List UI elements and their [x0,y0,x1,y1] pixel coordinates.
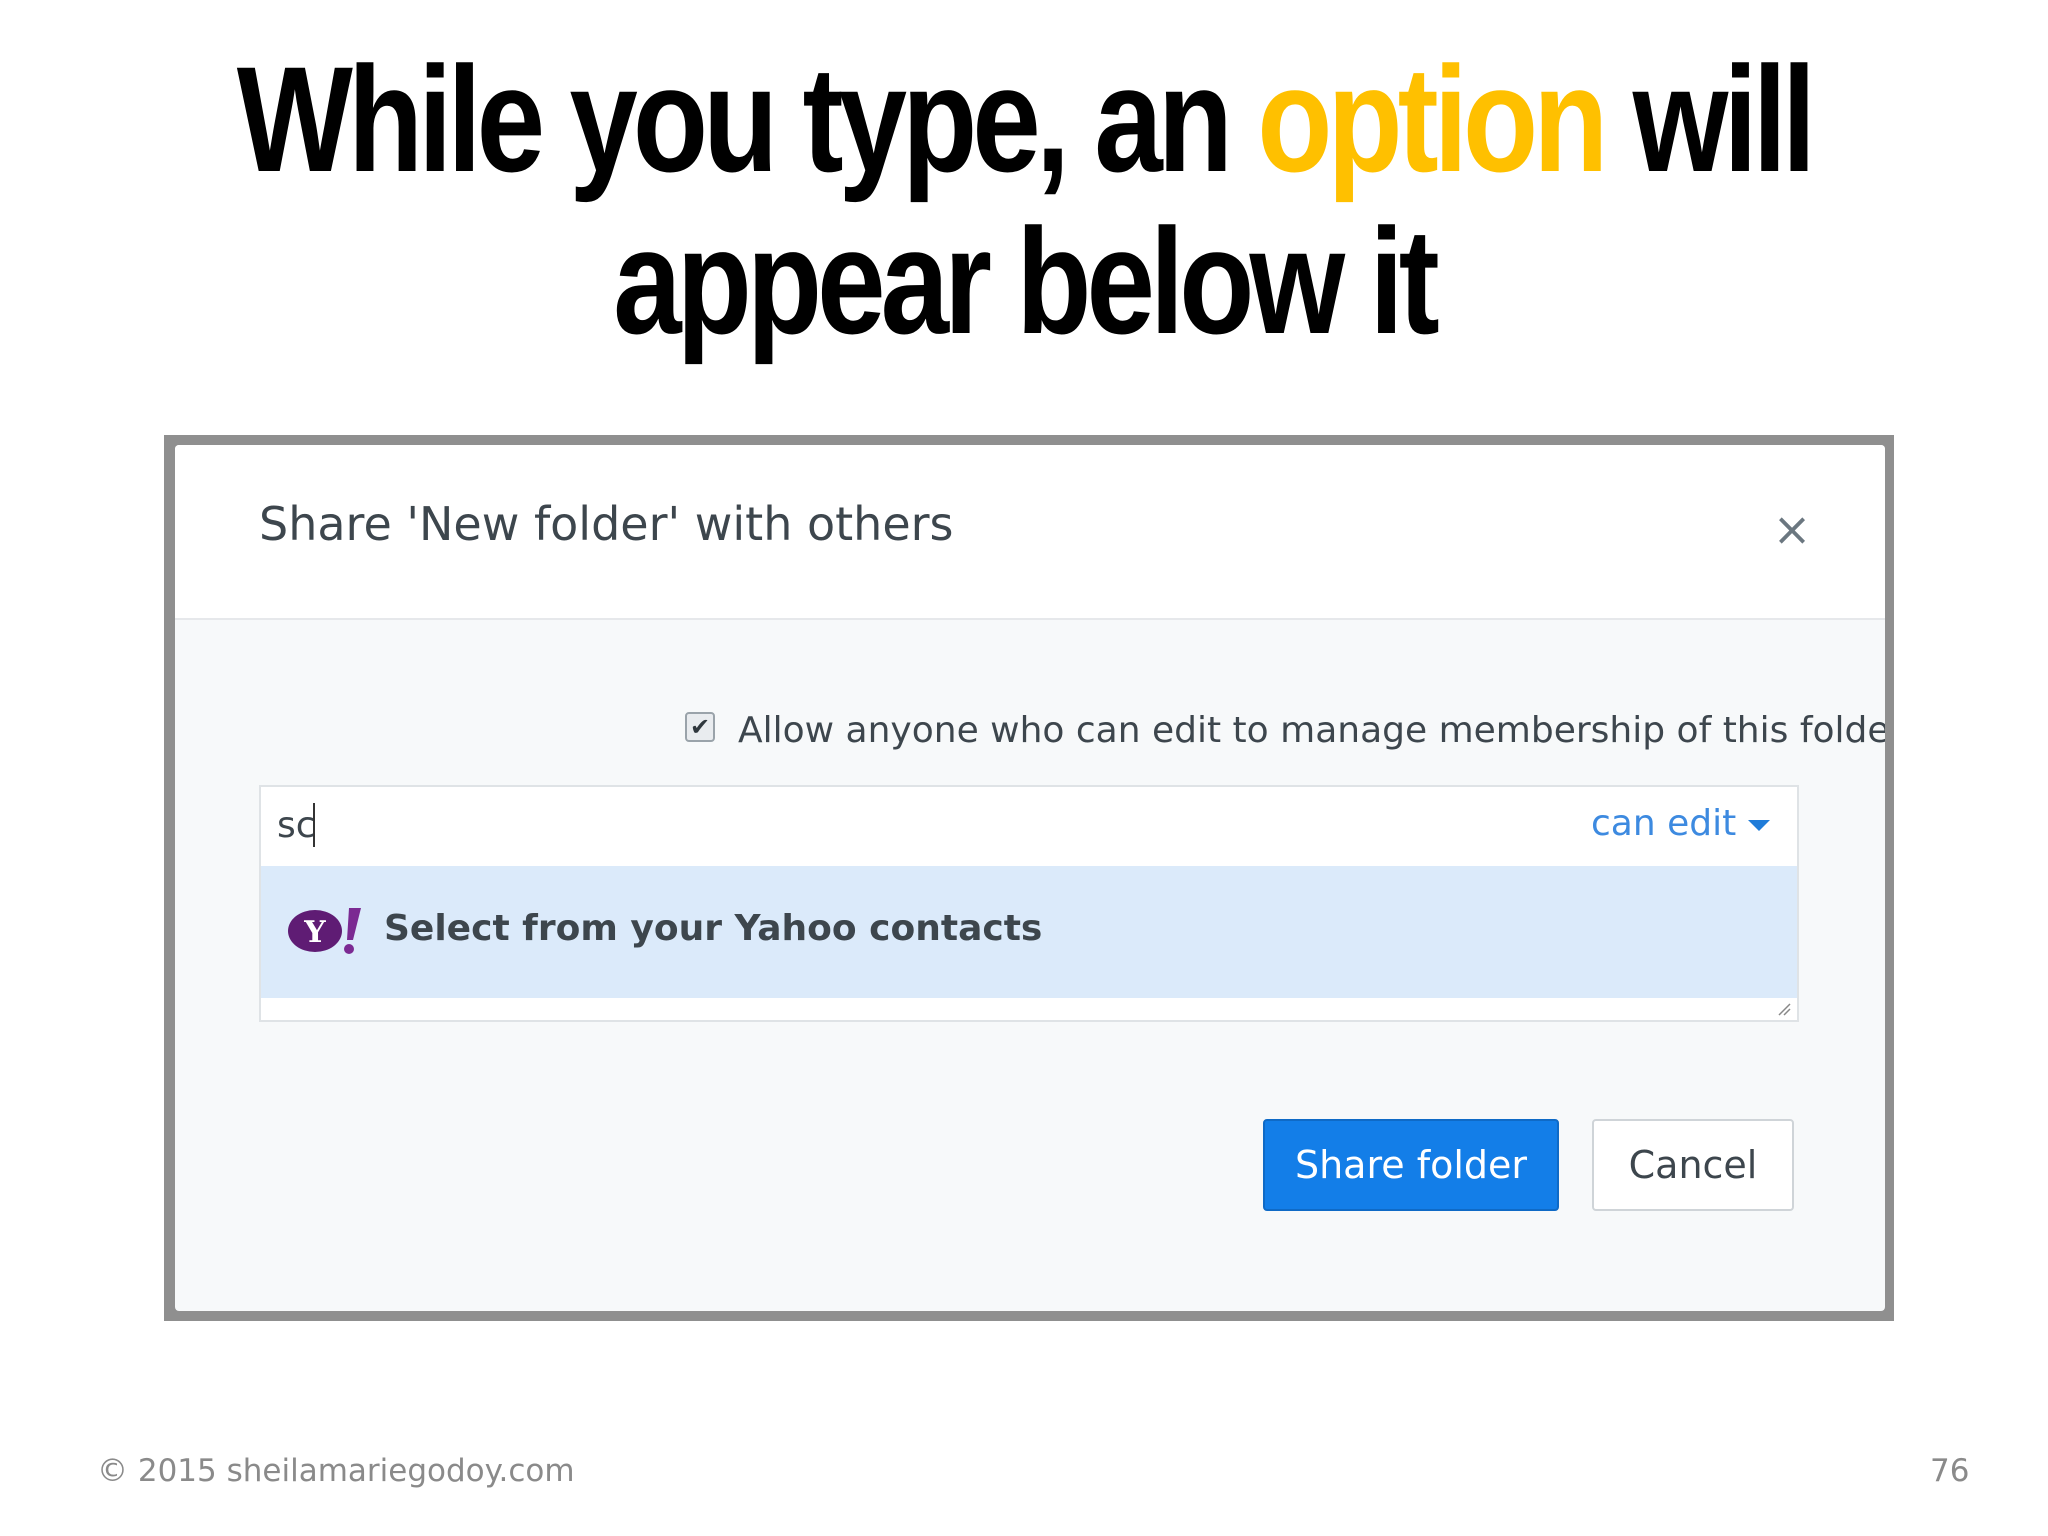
yahoo-contacts-label: Select from your Yahoo contacts [384,908,1043,949]
share-folder-dialog: Share 'New folder' with others × ✔ Allow… [175,445,1885,1311]
headline-line-2: appear below it [613,197,1439,365]
page-number: 76 [1930,1453,1970,1489]
share-recipient-input[interactable]: sc can edit [259,785,1799,866]
caret-down-icon [1748,819,1771,831]
share-folder-button[interactable]: Share folder [1263,1119,1559,1211]
svg-text:Y: Y [303,915,326,950]
manage-membership-checkbox[interactable]: ✔ [685,712,715,742]
manage-membership-label: Allow anyone who can edit to manage memb… [738,710,1885,751]
yahoo-contacts-suggestion[interactable]: Y Select from your Yahoo contacts [259,866,1799,998]
close-icon[interactable]: × [1770,506,1814,552]
dialog-title: Share 'New folder' with others [259,497,954,551]
input-bottom-edge [259,998,1799,1022]
text-caret [313,803,315,847]
recipient-input-value: sc [277,805,316,846]
permission-dropdown-label: can edit [1591,803,1737,844]
headline-line-1: While you type, an option will [184,38,1863,200]
resize-grip-icon[interactable] [1777,1002,1791,1016]
yahoo-logo-icon: Y [288,908,361,954]
slide-headline: While you type, an option will appear be… [184,38,1863,362]
dialog-header: Share 'New folder' with others × [175,445,1885,620]
headline-text-2: will [1603,35,1816,203]
headline-text-1: While you type, an [236,35,1258,203]
headline-highlight-word: option [1257,35,1608,203]
permission-dropdown[interactable]: can edit [1591,803,1771,844]
footer-copyright: © 2015 sheilamariegodoy.com [97,1453,575,1489]
cancel-button[interactable]: Cancel [1592,1119,1794,1211]
